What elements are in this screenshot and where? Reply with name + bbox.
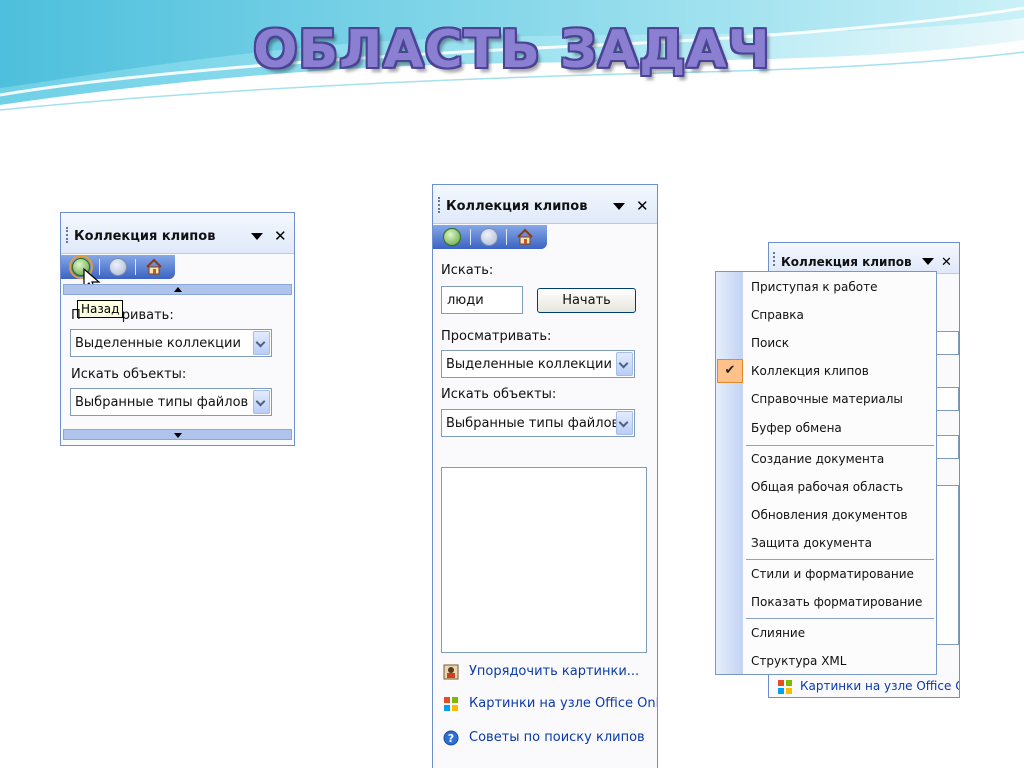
objects-label: Искать объекты: xyxy=(71,367,187,382)
objects-type-value: Выбранные типы файлов м xyxy=(75,395,251,410)
browse-label-tail: ривать: xyxy=(121,308,174,323)
pane-menu-dropdown-icon[interactable] xyxy=(251,233,263,240)
browse-collections-value: Выделенные коллекции xyxy=(75,336,241,351)
menu-item-getting-started[interactable]: Приступая к работе xyxy=(751,280,878,294)
menu-separator xyxy=(746,559,934,560)
pane-scroll-down[interactable] xyxy=(63,429,292,440)
browse-collections-select[interactable]: Выделенные коллекции xyxy=(70,329,272,357)
menu-item-search[interactable]: Поиск xyxy=(751,336,789,350)
browse-collections-value: Выделенные коллекции xyxy=(446,357,612,372)
search-input[interactable]: люди xyxy=(441,286,523,314)
task-pane-clip-art-large: Коллекция клипов ✕ Искать: люди Начать П… xyxy=(432,184,658,768)
pane-header: Коллекция клипов ✕ xyxy=(61,213,294,254)
chevron-down-icon[interactable] xyxy=(616,352,633,376)
menu-item-clipboard[interactable]: Буфер обмена xyxy=(751,421,842,435)
office-online-clips-link[interactable]: Картинки на узле Office Onli xyxy=(800,679,959,693)
browse-label-head: П xyxy=(71,308,81,323)
search-input-value: люди xyxy=(447,293,484,308)
menu-item-mail-merge[interactable]: Слияние xyxy=(751,626,805,640)
help-icon[interactable]: ? xyxy=(443,730,459,746)
pane-title: Коллекция клипов xyxy=(446,199,588,214)
pane-menu-dropdown-icon[interactable] xyxy=(922,258,934,265)
menu-item-reveal-formatting[interactable]: Показать форматирование xyxy=(751,595,922,609)
pane-navigation-bar xyxy=(433,225,547,249)
nav-separator xyxy=(470,229,471,245)
objects-label: Искать объекты: xyxy=(441,387,557,402)
scroll-up-arrow-icon xyxy=(174,287,182,292)
menu-item-styles-formatting[interactable]: Стили и форматирование xyxy=(751,567,914,581)
pane-menu-dropdown-icon[interactable] xyxy=(613,203,625,210)
office-online-icon[interactable] xyxy=(443,696,459,712)
checkmark-icon: ✔ xyxy=(717,359,743,383)
pane-close-icon[interactable]: ✕ xyxy=(636,199,649,214)
pane-header: Коллекция клипов ✕ xyxy=(769,243,959,274)
menu-item-protect-document[interactable]: Защита документа xyxy=(751,536,872,550)
pane-scroll-up[interactable] xyxy=(63,284,292,295)
svg-text:?: ? xyxy=(448,732,454,745)
task-pane-switch-menu: ✔ Приступая к работе Справка Поиск Колле… xyxy=(715,271,937,675)
chevron-down-icon[interactable] xyxy=(616,411,633,435)
pane-title: Коллекция клипов xyxy=(74,229,216,244)
menu-item-clip-art[interactable]: Коллекция клипов xyxy=(751,364,869,378)
go-button[interactable]: Начать xyxy=(537,288,636,313)
pane-title: Коллекция клипов xyxy=(781,255,912,269)
pane-grip-handle[interactable] xyxy=(66,227,70,243)
pane-grip-handle[interactable] xyxy=(773,252,777,266)
pane-header: Коллекция клипов ✕ xyxy=(433,185,657,224)
scroll-down-arrow-icon xyxy=(174,433,182,438)
results-area[interactable] xyxy=(441,467,647,653)
office-online-clips-link[interactable]: Картинки на узле Office Onli xyxy=(469,696,657,711)
forward-arrow-icon[interactable] xyxy=(109,258,127,276)
search-tips-link[interactable]: Советы по поиску клипов xyxy=(469,730,645,745)
forward-arrow-icon[interactable] xyxy=(480,228,498,246)
back-arrow-icon[interactable] xyxy=(443,228,461,246)
chevron-down-icon[interactable] xyxy=(253,390,270,414)
home-icon[interactable] xyxy=(145,258,163,276)
task-pane-clip-art-small: Коллекция клипов ✕ Назад Привать: Выделе… xyxy=(60,212,295,446)
browse-label: Привать: xyxy=(71,308,174,323)
browse-collections-select[interactable]: Выделенные коллекции xyxy=(441,350,635,378)
menu-item-xml-structure[interactable]: Структура XML xyxy=(751,654,846,668)
home-icon[interactable] xyxy=(516,228,534,246)
chevron-down-icon[interactable] xyxy=(253,331,270,355)
menu-item-new-document[interactable]: Создание документа xyxy=(751,452,884,466)
objects-type-select[interactable]: Выбранные типы файлов xyxy=(441,409,635,437)
menu-item-shared-workspace[interactable]: Общая рабочая область xyxy=(751,480,903,494)
menu-item-research[interactable]: Справочные материалы xyxy=(751,392,903,406)
menu-item-document-updates[interactable]: Обновления документов xyxy=(751,508,908,522)
pane-grip-handle[interactable] xyxy=(438,197,442,213)
objects-type-select[interactable]: Выбранные типы файлов м xyxy=(70,388,272,416)
menu-icon-strip xyxy=(716,272,743,674)
nav-separator xyxy=(135,259,136,275)
organize-clips-link[interactable]: Упорядочить картинки... xyxy=(469,664,639,679)
menu-separator xyxy=(746,445,934,446)
organizer-icon[interactable] xyxy=(443,664,459,680)
pane-close-icon[interactable]: ✕ xyxy=(274,229,287,244)
menu-item-help[interactable]: Справка xyxy=(751,308,804,322)
browse-label: Просматривать: xyxy=(441,329,552,344)
pane-close-icon[interactable]: ✕ xyxy=(941,255,952,270)
office-online-icon[interactable] xyxy=(777,679,793,695)
pane-navigation-bar xyxy=(61,255,175,279)
search-label: Искать: xyxy=(441,263,494,278)
menu-separator xyxy=(746,618,934,619)
objects-type-value: Выбранные типы файлов xyxy=(446,416,616,431)
nav-separator xyxy=(506,229,507,245)
slide-title: ОБЛАСТЬ ЗАДАЧ xyxy=(253,20,771,80)
